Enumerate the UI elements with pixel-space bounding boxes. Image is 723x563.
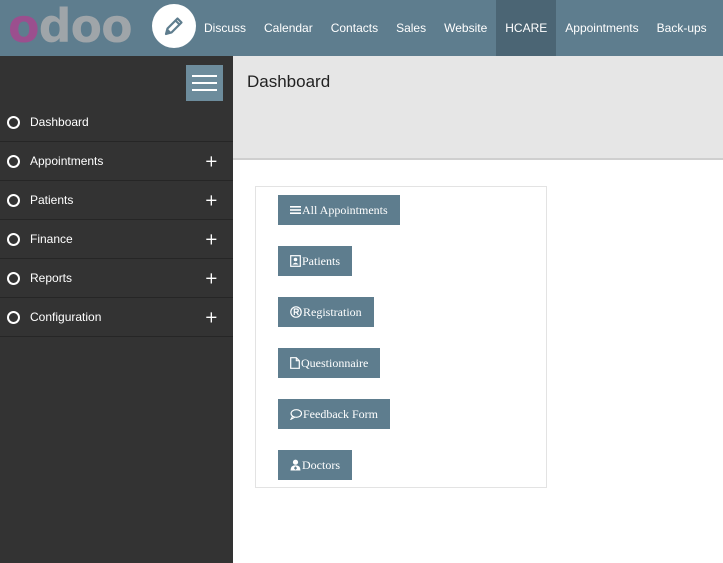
sidebar-item-reports[interactable]: Reports +: [0, 259, 233, 298]
sidebar-item-label: Patients: [30, 193, 74, 207]
comment-icon: [290, 408, 302, 420]
circle-icon: [7, 271, 20, 285]
topnav-discuss[interactable]: Discuss: [195, 0, 255, 56]
top-navbar: o doo Discuss Calendar Contacts Sales Web…: [0, 0, 723, 56]
registration-button[interactable]: Registration: [278, 297, 374, 327]
sidebar-item-patients[interactable]: Patients +: [0, 181, 233, 220]
edit-pencil-button[interactable]: [152, 4, 196, 48]
topnav-appointments[interactable]: Appointments: [556, 0, 647, 56]
all-appointments-button[interactable]: All Appointments: [278, 195, 400, 225]
sidebar-item-dashboard[interactable]: Dashboard: [0, 103, 233, 142]
top-menu: Discuss Calendar Contacts Sales Website …: [195, 0, 723, 56]
page-header: Dashboard: [233, 56, 723, 160]
sidebar-menu: Dashboard Appointments + Patients + Fina…: [0, 103, 233, 337]
sidebar-item-appointments[interactable]: Appointments +: [0, 142, 233, 181]
expand-plus-icon[interactable]: +: [205, 269, 218, 288]
sidebar-item-configuration[interactable]: Configuration +: [0, 298, 233, 337]
topnav-more[interactable]: CO: [716, 0, 723, 56]
feedback-form-button[interactable]: Feedback Form: [278, 399, 390, 429]
logo-letters: doo: [38, 0, 133, 53]
page-title: Dashboard: [247, 72, 331, 91]
expand-plus-icon[interactable]: +: [205, 152, 218, 171]
sidebar-item-finance[interactable]: Finance +: [0, 220, 233, 259]
patients-button[interactable]: Patients: [278, 246, 352, 276]
circle-icon: [7, 232, 20, 246]
questionnaire-button[interactable]: Questionnaire: [278, 348, 381, 378]
topnav-calendar[interactable]: Calendar: [255, 0, 322, 56]
expand-plus-icon[interactable]: +: [205, 191, 218, 210]
topnav-hcare[interactable]: HCARE: [496, 0, 557, 56]
sidebar: Dashboard Appointments + Patients + Fina…: [0, 56, 233, 563]
topnav-sales[interactable]: Sales: [387, 0, 435, 56]
sidebar-item-label: Configuration: [30, 310, 102, 324]
expand-plus-icon[interactable]: +: [205, 308, 218, 327]
sidebar-item-label: Appointments: [30, 154, 104, 168]
dashboard-panel: All Appointments Patients Registration Q…: [255, 186, 547, 488]
sidebar-item-label: Finance: [30, 232, 73, 246]
sidebar-item-label: Dashboard: [30, 115, 89, 129]
circle-icon: [7, 193, 20, 207]
button-label: Patients: [302, 253, 340, 268]
button-label: All Appointments: [302, 202, 388, 217]
topnav-website[interactable]: Website: [435, 0, 496, 56]
user-md-icon: [290, 459, 301, 471]
registered-icon: [290, 306, 302, 318]
circle-icon: [7, 310, 20, 324]
file-icon: [290, 357, 300, 369]
circle-icon: [7, 154, 20, 168]
topnav-contacts[interactable]: Contacts: [322, 0, 387, 56]
pencil-icon: [164, 17, 183, 36]
button-label: Doctors: [302, 457, 340, 472]
sidebar-item-label: Reports: [30, 271, 73, 285]
hamburger-menu-button[interactable]: [186, 65, 223, 101]
expand-plus-icon[interactable]: +: [205, 230, 218, 249]
button-label: Registration: [303, 304, 362, 319]
logo-letter-accent: o: [8, 0, 40, 53]
id-card-icon: [290, 255, 301, 267]
circle-icon: [7, 115, 20, 129]
button-label: Feedback Form: [303, 406, 378, 421]
doctors-button[interactable]: Doctors: [278, 450, 352, 480]
odoo-logo[interactable]: o doo: [8, 0, 133, 53]
button-label: Questionnaire: [301, 355, 369, 370]
list-icon: [290, 205, 301, 215]
topnav-backups[interactable]: Back-ups: [648, 0, 716, 56]
hamburger-icon: [192, 75, 217, 77]
